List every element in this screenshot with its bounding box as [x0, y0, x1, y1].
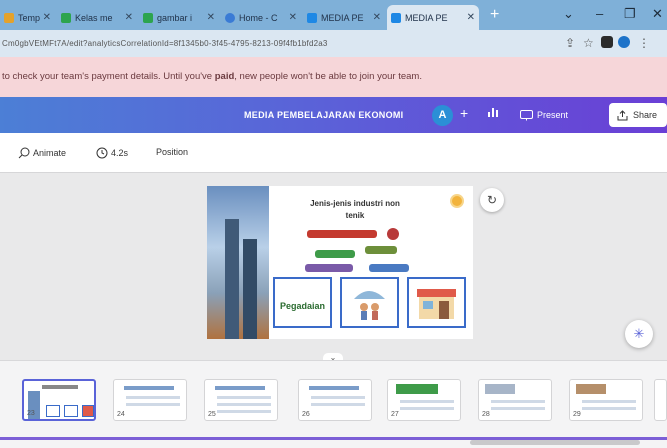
- close-icon[interactable]: ✕: [122, 12, 133, 23]
- slide-title-line: Jenis-jenis industri non: [310, 199, 400, 208]
- profile-icon[interactable]: [618, 36, 630, 48]
- tab-label: gambar i: [157, 12, 193, 23]
- logo-image: [307, 230, 377, 238]
- page-thumbnail[interactable]: 24: [113, 379, 187, 421]
- shop-illustration-box: [407, 277, 466, 328]
- position-button[interactable]: Position: [156, 147, 188, 157]
- page-number: 24: [117, 411, 125, 418]
- tab-favicon-icon: [4, 12, 14, 23]
- duration-button[interactable]: 4.2s: [96, 147, 128, 159]
- close-icon[interactable]: ✕: [370, 12, 381, 23]
- tab-label: MEDIA PE: [321, 12, 364, 23]
- payment-warning-banner: to check your team's payment details. Un…: [0, 57, 667, 97]
- regenerate-icon[interactable]: ↻: [480, 188, 504, 212]
- logo-image: [365, 246, 397, 254]
- store-icon: [417, 289, 456, 319]
- tab-label: MEDIA PE: [405, 12, 448, 23]
- horizontal-scrollbar[interactable]: [470, 440, 640, 445]
- banner-text: to check your team's payment details. Un…: [2, 71, 215, 82]
- browser-menu-icon[interactable]: ⋮: [638, 36, 650, 50]
- page-number: 29: [573, 411, 581, 418]
- extension-icon[interactable]: [601, 36, 613, 48]
- share-label: Share: [633, 110, 658, 120]
- close-icon[interactable]: ✕: [464, 12, 475, 23]
- tab-label: Templ: [18, 12, 40, 23]
- page-thumbnail[interactable]: 23: [22, 379, 96, 421]
- maximize-icon[interactable]: ❐: [624, 6, 636, 22]
- slide-title: Jenis-jenis industri non tenik: [295, 198, 415, 222]
- animate-label: Animate: [33, 148, 67, 158]
- page-number: 27: [391, 411, 399, 418]
- tab-favicon-icon: [225, 12, 235, 23]
- minimize-icon[interactable]: –: [596, 6, 603, 21]
- close-icon[interactable]: ✕: [204, 12, 215, 23]
- browser-tab[interactable]: Templ ✕: [0, 5, 55, 30]
- duration-label: 4.2s: [111, 148, 129, 158]
- tab-favicon-icon: [391, 12, 401, 23]
- tab-label: Kelas me: [75, 12, 113, 23]
- clock-icon: [96, 147, 108, 159]
- page-number: 23: [27, 410, 35, 417]
- pegadaian-label: Pegadaian: [279, 301, 326, 311]
- tower-shape: [243, 239, 257, 339]
- page-thumbnail[interactable]: 27: [387, 379, 461, 421]
- pegadaian-box: Pegadaian: [273, 277, 332, 328]
- slide-title-line: tenik: [345, 211, 365, 220]
- browser-tab-strip: Templ ✕ Kelas me ✕ gambar i ✕ Home - C ✕…: [0, 0, 667, 30]
- page-thumbnail[interactable]: 30: [654, 379, 667, 421]
- browser-tab-active[interactable]: MEDIA PE ✕: [387, 5, 479, 30]
- avatar[interactable]: A: [432, 105, 453, 126]
- logo-image: [305, 264, 353, 272]
- editor-header: MEDIA PEMBELAJARAN EKONOMI A + Present S…: [0, 97, 667, 133]
- share-icon: [617, 109, 628, 120]
- context-toolbar: Animate 4.2s Position: [0, 133, 667, 173]
- add-collaborator-button[interactable]: +: [460, 105, 468, 121]
- tab-label: Home - C: [239, 12, 278, 23]
- page-thumbnail[interactable]: 28: [478, 379, 552, 421]
- browser-tab[interactable]: gambar i ✕: [139, 5, 219, 30]
- share-button[interactable]: Share: [609, 103, 667, 127]
- slide-canvas[interactable]: Jenis-jenis industri non tenik Pegadaian: [207, 186, 473, 339]
- present-icon: [520, 109, 533, 120]
- position-label: Position: [156, 147, 189, 157]
- url-text[interactable]: Cm0gbVEtMFt7A/edit?analyticsCorrelationI…: [2, 39, 328, 48]
- animate-button[interactable]: Animate: [18, 147, 66, 159]
- logo-image: [315, 250, 355, 258]
- tab-favicon-icon: [61, 12, 71, 23]
- page-thumbnail[interactable]: 25: [204, 379, 278, 421]
- logo-image: [369, 264, 409, 272]
- window-close-icon[interactable]: ✕: [652, 6, 663, 22]
- page-number: 25: [208, 411, 216, 418]
- sun-decoration: [450, 194, 464, 208]
- bookmark-star-icon[interactable]: ☆: [583, 36, 594, 50]
- page-number: 26: [302, 411, 310, 418]
- close-icon[interactable]: ✕: [40, 12, 51, 23]
- umbrella-family-icon: [354, 291, 385, 320]
- browser-tab[interactable]: Home - C ✕: [221, 5, 301, 30]
- banner-text-end: , new people won't be able to join your …: [234, 71, 422, 82]
- tab-favicon-icon: [143, 12, 153, 23]
- browser-tab[interactable]: MEDIA PE ✕: [303, 5, 385, 30]
- page-thumbnails-panel: 23 24 25 26 27 28 29 30: [0, 360, 667, 448]
- insights-chart-icon[interactable]: [487, 106, 499, 121]
- tower-shape: [225, 219, 239, 339]
- building-photo: [207, 186, 269, 339]
- page-number: 28: [482, 411, 490, 418]
- present-label: Present: [537, 110, 569, 120]
- tab-favicon-icon: [307, 12, 317, 23]
- share-page-icon[interactable]: ⇪: [565, 36, 575, 50]
- browser-tab[interactable]: Kelas me ✕: [57, 5, 137, 30]
- new-tab-button[interactable]: +: [490, 6, 499, 24]
- logo-image: [387, 228, 399, 240]
- insurance-illustration-box: [340, 277, 399, 328]
- document-title[interactable]: MEDIA PEMBELAJARAN EKONOMI: [244, 110, 403, 120]
- magic-assistant-icon[interactable]: ✳: [625, 320, 653, 348]
- page-thumbnail[interactable]: 26: [298, 379, 372, 421]
- present-button[interactable]: Present: [520, 104, 568, 126]
- tab-search-icon[interactable]: ⌄: [563, 6, 574, 22]
- banner-bold-text: paid: [214, 71, 235, 82]
- page-thumbnail[interactable]: 29: [569, 379, 643, 421]
- animate-icon: [18, 147, 30, 159]
- close-icon[interactable]: ✕: [286, 12, 297, 23]
